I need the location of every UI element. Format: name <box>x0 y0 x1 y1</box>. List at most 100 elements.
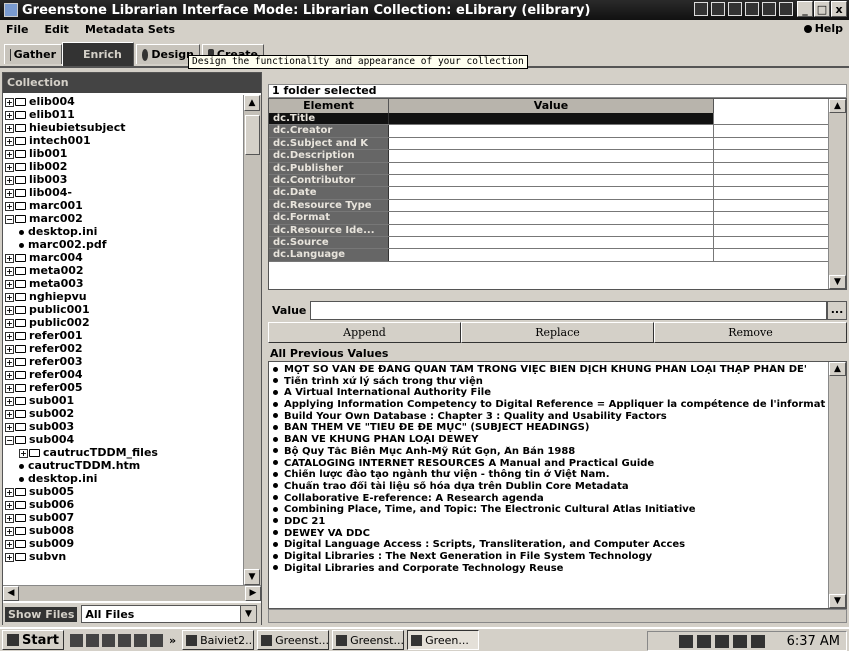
metadata-value-cell[interactable] <box>389 249 714 261</box>
tree-folder-item[interactable]: + sub003 <box>3 420 239 433</box>
metadata-value-cell[interactable] <box>389 199 714 212</box>
metadata-value-cell[interactable] <box>389 113 714 125</box>
expand-icon[interactable]: + <box>5 552 14 562</box>
expand-icon[interactable]: + <box>5 513 14 523</box>
replace-button[interactable]: Replace <box>461 322 654 343</box>
tree-folder-item[interactable]: + sub001 <box>3 394 239 407</box>
previous-value-item[interactable]: Applying Information Competency to Digit… <box>273 399 826 411</box>
tree-folder-item[interactable]: + refer002 <box>3 342 239 355</box>
tree-folder-item[interactable]: + nghiepvu <box>3 290 239 303</box>
tree-folder-item[interactable]: + meta002 <box>3 264 239 277</box>
quicklaunch-icon[interactable] <box>149 633 163 647</box>
scroll-left-icon[interactable]: ◀ <box>3 586 19 601</box>
tree-folder-item[interactable]: + lib002 <box>3 160 239 173</box>
metadata-value-cell[interactable] <box>389 212 714 224</box>
previous-value-item[interactable]: Tiến trình xử lý sách trong thư viện <box>273 376 826 388</box>
previous-value-item[interactable]: BÀN VỀ KHUNG PHÂN LOẠI DEWEY <box>273 434 826 446</box>
metadata-row[interactable]: dc.Contributor <box>269 174 846 188</box>
tray-icon[interactable] <box>762 2 776 16</box>
previous-value-item[interactable]: Digital Libraries : The Next Generation … <box>273 551 826 563</box>
tree-horizontal-scrollbar[interactable]: ◀ ▶ <box>3 585 261 601</box>
expand-icon[interactable]: + <box>5 123 14 133</box>
tree-folder-item[interactable]: + subvn <box>3 550 239 563</box>
expand-icon[interactable]: + <box>5 97 14 107</box>
tray-icon[interactable] <box>732 634 747 648</box>
metadata-table-scrollbar[interactable]: ▲ ▼ <box>828 99 846 289</box>
scroll-down-icon[interactable]: ▼ <box>829 275 846 289</box>
quicklaunch-overflow-icon[interactable]: » <box>169 634 176 647</box>
previous-value-item[interactable]: BẢN THÊM VỀ "TIÊU ĐỀ ĐỀ MỤC" (SUBJECT HE… <box>273 422 826 434</box>
expand-icon[interactable]: + <box>5 487 14 497</box>
maximize-button[interactable]: □ <box>814 1 830 17</box>
tray-icon[interactable] <box>750 634 765 648</box>
scroll-down-icon[interactable]: ▼ <box>829 594 846 608</box>
metadata-row[interactable]: dc.Format <box>269 212 846 225</box>
expand-icon[interactable]: + <box>5 396 14 406</box>
previous-value-item[interactable]: Collaborative E-reference: A Research ag… <box>273 493 826 505</box>
metadata-value-cell[interactable] <box>389 187 714 199</box>
previous-value-item[interactable]: Bộ Quy Tắc Biên Mục Anh-Mỹ Rút Gọn, Ấn B… <box>273 446 826 458</box>
tree-folder-item[interactable]: + refer004 <box>3 368 239 381</box>
chevron-down-icon[interactable]: ▼ <box>240 606 256 622</box>
scroll-up-icon[interactable]: ▲ <box>244 95 260 111</box>
expand-icon[interactable]: + <box>5 136 14 146</box>
tab-enrich[interactable]: Enrich <box>62 42 134 66</box>
tree-folder-item[interactable]: + intech001 <box>3 134 239 147</box>
metadata-row[interactable]: dc.Subject and K <box>269 137 846 151</box>
previous-value-item[interactable]: MỘT SỐ VẤN ĐỀ ĐÁNG QUAN TÂM TRONG VIỆC B… <box>273 364 826 376</box>
expand-icon[interactable]: + <box>5 162 14 172</box>
tree-file-item[interactable]: desktop.ini <box>3 225 239 238</box>
scroll-up-icon[interactable]: ▲ <box>829 362 846 376</box>
tray-icon[interactable] <box>711 2 725 16</box>
previous-value-item[interactable]: Build Your Own Database : Chapter 3 : Qu… <box>273 411 826 423</box>
previous-values-scrollbar[interactable]: ▲ ▼ <box>828 362 846 608</box>
previous-value-item[interactable]: Digital Language Access : Scripts, Trans… <box>273 539 826 551</box>
metadata-value-cell[interactable] <box>389 137 714 150</box>
tree-folder-item[interactable]: + sub008 <box>3 524 239 537</box>
tree-folder-item[interactable]: + cautrucTDDM_files <box>3 446 239 459</box>
previous-value-item[interactable]: Chuẩn trao đổi tài liệu số hóa dựa trên … <box>273 481 826 493</box>
expand-icon[interactable]: + <box>5 409 14 419</box>
remove-button[interactable]: Remove <box>654 322 847 343</box>
previous-value-item[interactable]: Combining Place, Time, and Topic: The El… <box>273 504 826 516</box>
tree-folder-item[interactable]: + sub006 <box>3 498 239 511</box>
metadata-value-cell[interactable] <box>389 150 714 162</box>
start-button[interactable]: Start <box>2 630 64 650</box>
expand-icon[interactable]: + <box>5 201 14 211</box>
expand-icon[interactable]: + <box>5 539 14 549</box>
taskbar-task-button[interactable]: Green... <box>407 630 480 650</box>
expand-icon[interactable]: + <box>5 266 14 276</box>
tree-folder-item[interactable]: + lib001 <box>3 147 239 160</box>
expand-icon[interactable]: + <box>5 305 14 315</box>
collapse-icon[interactable]: − <box>5 435 14 445</box>
quicklaunch-icon[interactable] <box>101 633 115 647</box>
expand-icon[interactable]: + <box>19 448 28 458</box>
tree-folder-item[interactable]: + marc004 <box>3 251 239 264</box>
collapse-icon[interactable]: − <box>5 214 14 224</box>
menu-edit[interactable]: Edit <box>45 23 69 36</box>
tree-folder-item[interactable]: + refer005 <box>3 381 239 394</box>
expand-icon[interactable]: + <box>5 422 14 432</box>
expand-icon[interactable]: + <box>5 149 14 159</box>
expand-icon[interactable]: + <box>5 318 14 328</box>
metadata-row[interactable]: dc.Description <box>269 150 846 163</box>
metadata-value-cell[interactable] <box>389 174 714 187</box>
expand-icon[interactable]: + <box>5 357 14 367</box>
quicklaunch-icon[interactable] <box>133 633 147 647</box>
tree-folder-item[interactable]: − sub004 <box>3 433 239 446</box>
quicklaunch-icon[interactable] <box>69 633 83 647</box>
quicklaunch-icon[interactable] <box>85 633 99 647</box>
tree-folder-item[interactable]: + sub007 <box>3 511 239 524</box>
tree-folder-item[interactable]: + elib004 <box>3 95 239 108</box>
show-files-select[interactable]: All Files ▼ <box>81 605 257 623</box>
metadata-row[interactable]: dc.Source <box>269 236 846 250</box>
expand-icon[interactable]: + <box>5 175 14 185</box>
column-header-element[interactable]: Element <box>269 99 389 113</box>
tree-folder-item[interactable]: + refer003 <box>3 355 239 368</box>
value-input[interactable] <box>310 300 827 320</box>
metadata-value-cell[interactable] <box>389 224 714 236</box>
column-header-value[interactable]: Value <box>389 99 714 113</box>
expand-icon[interactable]: + <box>5 526 14 536</box>
tree-folder-item[interactable]: + meta003 <box>3 277 239 290</box>
append-button[interactable]: Append <box>268 322 461 343</box>
